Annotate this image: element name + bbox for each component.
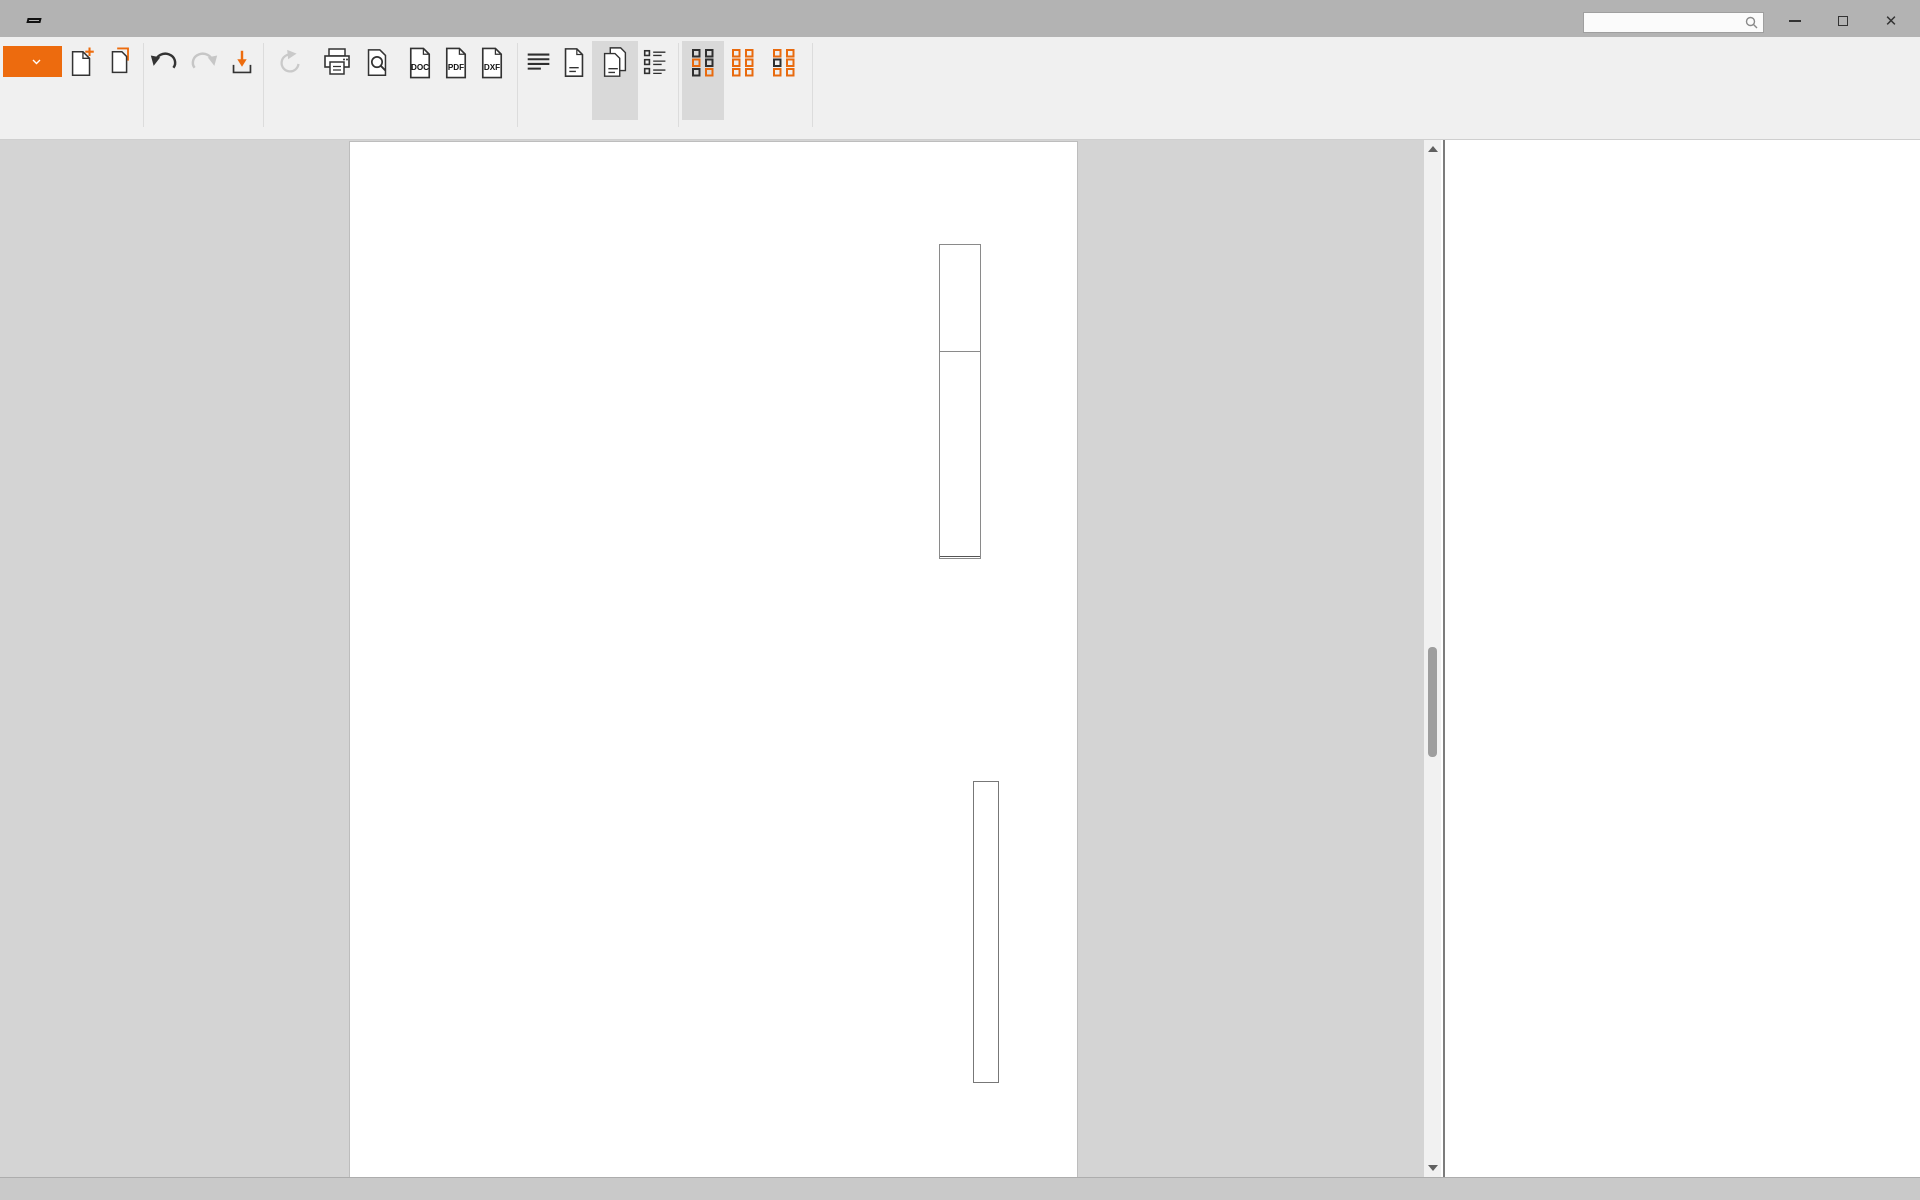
app-window: ✕ — [0, 0, 1920, 1200]
current-items-grid-icon — [686, 44, 720, 82]
search-icon — [1745, 16, 1758, 29]
items-selected-button[interactable] — [760, 41, 808, 120]
utilization-scale-bar — [939, 244, 981, 559]
close-button[interactable]: ✕ — [1878, 12, 1904, 30]
svg-text:DXF: DXF — [484, 63, 500, 72]
printer-icon — [320, 44, 354, 82]
items-all-button[interactable] — [726, 41, 760, 120]
bom-checklist-icon — [640, 44, 672, 82]
project-item-dropdown[interactable] — [3, 46, 62, 77]
doc-file-icon: DOC — [403, 44, 437, 82]
scrollbar-thumb[interactable] — [1428, 647, 1437, 757]
one-page-icon — [558, 44, 590, 82]
dxf-file-icon: DXF — [475, 44, 509, 82]
report-brief-button[interactable] — [522, 41, 556, 120]
all-items-grid-icon — [726, 44, 760, 82]
report-bom-button[interactable] — [638, 41, 674, 120]
statusbar — [0, 1177, 1920, 1200]
ribbon: DOC PDF DXF — [0, 37, 1920, 140]
vertical-scrollbar[interactable] — [1424, 140, 1441, 1177]
preview-button[interactable] — [354, 41, 400, 120]
search-box[interactable] — [1583, 12, 1764, 33]
report-preview-area — [0, 140, 1424, 1177]
search-input[interactable] — [1584, 17, 1745, 29]
export-dxf-button[interactable]: DXF — [474, 41, 510, 120]
minimize-button[interactable] — [1782, 12, 1808, 30]
save-button[interactable] — [222, 41, 262, 120]
report-detailed-button[interactable] — [592, 41, 638, 120]
undo-button[interactable] — [144, 41, 184, 120]
new-button[interactable] — [62, 41, 102, 120]
titlebar: ✕ — [0, 0, 1920, 37]
copy-button[interactable] — [100, 41, 140, 120]
report-page — [349, 141, 1078, 1177]
save-icon — [226, 44, 258, 82]
scroll-down-icon[interactable] — [1428, 1165, 1438, 1171]
svg-text:PDF: PDF — [448, 63, 464, 72]
undo-icon — [148, 44, 180, 82]
chevron-down-icon — [32, 59, 41, 65]
maximize-button[interactable] — [1830, 12, 1856, 30]
redo-icon — [188, 44, 220, 82]
stress-scale-bar — [973, 781, 999, 1083]
items-current-button[interactable] — [682, 41, 724, 120]
export-doc-button[interactable]: DOC — [402, 41, 438, 120]
copy-icon — [104, 44, 136, 82]
preview-icon — [361, 44, 393, 82]
svg-text:DOC: DOC — [411, 63, 429, 72]
scroll-up-icon[interactable] — [1428, 146, 1438, 152]
pdf-file-icon: PDF — [439, 44, 473, 82]
print-button[interactable] — [318, 41, 356, 120]
generate-button[interactable] — [264, 41, 316, 120]
report-one-page-button[interactable] — [556, 41, 592, 120]
app-logo — [27, 7, 55, 31]
selected-items-grid-icon — [767, 44, 801, 82]
report-settings-panel — [1443, 140, 1920, 1177]
detailed-pages-icon — [598, 44, 632, 82]
brief-lines-icon — [523, 44, 555, 82]
generate-icon — [274, 44, 306, 82]
idea-logo-mark — [26, 18, 41, 23]
export-pdf-button[interactable]: PDF — [438, 41, 474, 120]
redo-button[interactable] — [184, 41, 224, 120]
new-document-icon — [66, 44, 98, 82]
